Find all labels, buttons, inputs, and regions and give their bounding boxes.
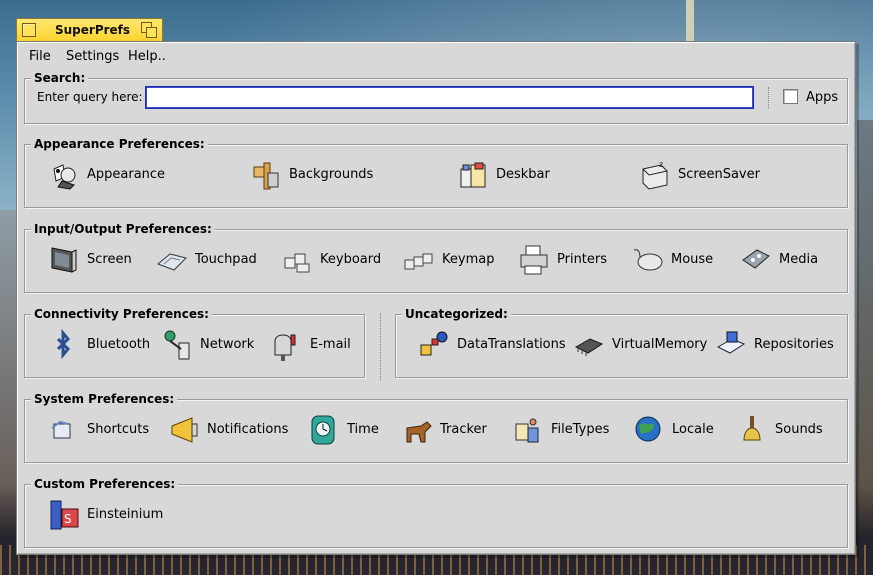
megaphone-icon (171, 417, 198, 443)
virtualmemory-icon (574, 338, 604, 356)
screen-icon (51, 247, 77, 273)
pref-label: DataTranslations (457, 337, 566, 352)
window-title: SuperPrefs (55, 23, 131, 37)
group-divider (380, 313, 381, 381)
datatranslations-icon (420, 331, 448, 356)
system-group-label: System Preferences: (31, 392, 178, 406)
pref-label: Time (347, 422, 379, 437)
system-group: System Preferences: Shortcuts Notificati… (24, 392, 848, 463)
uncategorized-group-label: Uncategorized: (402, 307, 511, 321)
custom-group-label: Custom Preferences: (31, 477, 179, 491)
pref-label: Sounds (775, 422, 823, 437)
pref-label: Deskbar (496, 167, 550, 182)
zoom-button[interactable] (141, 22, 157, 38)
desktop-background-tower (686, 0, 694, 42)
filetypes-icon (515, 418, 539, 443)
appearance-icon (53, 164, 76, 190)
svg-text:z: z (659, 160, 663, 169)
close-button[interactable] (22, 23, 36, 37)
menu-settings[interactable]: Settings (66, 49, 119, 64)
io-group: Input/Output Preferences: Screen Touchpa… (24, 222, 848, 293)
pref-label: Mouse (671, 252, 714, 267)
printer-icon (520, 245, 548, 275)
pref-label: Keyboard (320, 252, 382, 267)
pref-label: E-mail (310, 337, 351, 352)
keyboard-icon (284, 253, 310, 273)
connectivity-group-label: Connectivity Preferences: (31, 307, 212, 321)
connectivity-group: Connectivity Preferences: Bluetooth Netw… (24, 307, 365, 378)
svg-text:S: S (64, 512, 72, 526)
pref-label: Screen (87, 252, 132, 267)
pref-label: Repositories (754, 337, 834, 352)
bell-icon (743, 416, 761, 441)
window-tab[interactable]: SuperPrefs (16, 18, 163, 42)
mouse-icon (633, 249, 663, 271)
apps-label[interactable]: Apps (806, 90, 838, 105)
menu-file[interactable]: File (29, 49, 51, 64)
pref-label: Media (779, 252, 819, 267)
einsteinium-icon: S (50, 500, 79, 530)
screensaver-icon: z (642, 160, 668, 190)
pref-label: Shortcuts (87, 422, 150, 437)
shortcuts-icon (51, 420, 71, 439)
pref-label: Einsteinium (87, 507, 164, 522)
media-icon (742, 249, 770, 269)
pref-label: Locale (672, 422, 714, 437)
clock-icon (311, 415, 335, 445)
pref-label: FileTypes (551, 422, 610, 437)
superprefs-window: File Settings Help.. Search: Enter query… (16, 41, 856, 555)
appearance-group-label: Appearance Preferences: (31, 137, 208, 151)
deskbar-icon (460, 162, 486, 188)
appearance-group: Appearance Preferences: Appearance Backg… (24, 137, 848, 208)
pref-label: Backgrounds (289, 167, 374, 182)
uncategorized-group: Uncategorized: DataTranslations VirtualM… (395, 307, 848, 378)
pref-label: Bluetooth (87, 337, 151, 352)
apps-checkbox[interactable] (783, 89, 798, 104)
globe-icon (635, 416, 661, 442)
search-group: Search: Enter query here: Apps (24, 71, 848, 124)
io-group-label: Input/Output Preferences: (31, 222, 215, 236)
query-label: Enter query here: (37, 90, 143, 104)
email-icon (274, 334, 296, 361)
pref-label: Touchpad (195, 252, 257, 267)
pref-label: Printers (557, 252, 608, 267)
pref-label: Notifications (207, 422, 289, 437)
pref-label: Network (200, 337, 255, 352)
pref-label: ScreenSaver (678, 167, 760, 182)
pref-label: Keymap (442, 252, 495, 267)
pref-label: VirtualMemory (612, 337, 708, 352)
touchpad-icon (157, 253, 187, 271)
tracker-dog-icon (406, 421, 432, 443)
network-icon (164, 330, 190, 360)
separator (768, 87, 769, 109)
backgrounds-icon (253, 162, 279, 190)
search-group-label: Search: (31, 71, 89, 85)
pref-label: Tracker (440, 422, 487, 437)
repositories-icon (716, 331, 746, 354)
search-input[interactable] (145, 86, 754, 109)
menu-help[interactable]: Help.. (128, 49, 166, 64)
pref-label: Appearance (87, 167, 166, 182)
bluetooth-icon (56, 329, 71, 360)
custom-group: Custom Preferences: S Einsteinium (24, 477, 848, 548)
keymap-icon (404, 253, 433, 270)
menubar: File Settings Help.. (21, 45, 851, 67)
